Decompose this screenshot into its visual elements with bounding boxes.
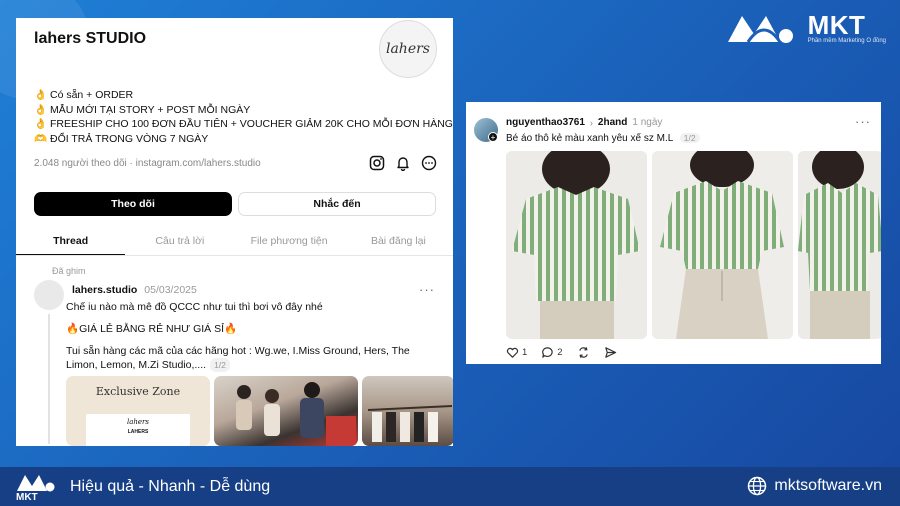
notification-bell-icon[interactable] <box>395 155 411 172</box>
mkt-logo-icon <box>727 16 793 43</box>
striped-shirt-photo <box>798 151 881 339</box>
bio-line: 🫶 ĐỔI TRẢ TRONG VÒNG 7 NGÀY <box>34 132 209 145</box>
image-pager: 1/2 <box>210 358 230 372</box>
post-username[interactable]: lahers.studio <box>72 284 137 296</box>
follow-button[interactable]: Theo dõi <box>34 192 232 216</box>
post-avatar[interactable] <box>34 280 64 310</box>
listing-photo[interactable] <box>798 151 881 339</box>
instagram-icon[interactable] <box>369 155 385 171</box>
tab-media[interactable]: File phương tiện <box>235 226 344 255</box>
listing-category[interactable]: 2hand <box>598 117 627 128</box>
post-image[interactable] <box>362 376 453 446</box>
comment-count: 2 <box>557 347 563 358</box>
bio-line: 👌 MẪU MỚI TẠI STORY + POST MỖI NGÀY <box>34 103 251 116</box>
listing-time: 1 ngày <box>632 117 663 128</box>
listing-images <box>506 151 881 339</box>
listing-post-panel: + nguyenthao3761 › 2hand 1 ngày ··· Bé á… <box>466 102 881 364</box>
image-pager: 1/2 <box>679 133 700 143</box>
striped-shirt-photo <box>506 151 647 339</box>
listing-username[interactable]: nguyenthao3761 <box>506 117 585 128</box>
share-button[interactable] <box>604 346 617 359</box>
followers-link[interactable]: 2.048 người theo dõi · instagram.com/lah… <box>34 158 261 169</box>
listing-photo[interactable] <box>506 151 647 339</box>
post-text: Chế iu nào mà mê đồ QCCC như tui thì bơi… <box>66 301 323 313</box>
mention-button[interactable]: Nhắc đến <box>238 192 436 216</box>
post-images: Exclusive Zone lahers LAHERS <box>66 376 453 446</box>
pinned-label: Đã ghim <box>52 266 86 276</box>
post-body: Chế iu nào mà mê đồ QCCC như tui thì bơi… <box>66 300 436 372</box>
image-title: Exclusive Zone <box>95 385 181 398</box>
like-count: 1 <box>522 347 528 358</box>
avatar-logo-text: lahers <box>385 41 430 57</box>
listing-photo[interactable] <box>652 151 793 339</box>
footer-bar: MKT Hiệu quả - Nhanh - Dễ dùng mktsoftwa… <box>0 467 900 506</box>
footer-logo: MKT <box>16 473 56 503</box>
chevron-right-icon: › <box>589 117 593 128</box>
image-logo: lahers <box>126 418 149 426</box>
people-photo <box>236 382 356 446</box>
website-link[interactable]: mktsoftware.vn <box>747 476 882 496</box>
heart-icon <box>506 347 519 358</box>
globe-icon <box>748 476 767 496</box>
post-text-wrap: Tui sẵn hàng các mã của các hãng hot : W… <box>66 344 436 372</box>
listing-text: Bé áo thô kẻ màu xanh yêu xế sz M.L <box>506 133 673 144</box>
post-date: 05/03/2025 <box>144 284 197 296</box>
footer-logo-text: MKT <box>16 491 38 503</box>
image-card-text: LAHERS <box>127 429 149 435</box>
profile-tabs: Thread Câu trả lời File phương tiện Bài … <box>16 226 453 256</box>
listing-header: nguyenthao3761 › 2hand 1 ngày <box>506 117 662 128</box>
rack-photo <box>367 405 453 442</box>
website-text: mktsoftware.vn <box>774 477 882 494</box>
post-text: 🔥GIÁ LẺ BẰNG RẺ NHƯ GIÁ SỈ🔥 <box>66 323 238 335</box>
bio-line: 👌 FREESHIP CHO 100 ĐƠN ĐẦU TIÊN + VOUCHE… <box>34 118 453 130</box>
listing-text-wrap: Bé áo thô kẻ màu xanh yêu xế sz M.L 1/2 <box>506 133 700 144</box>
comment-icon <box>542 347 554 358</box>
tab-thread[interactable]: Thread <box>16 226 126 255</box>
profile-panel: lahers STUDIO lahers 👌 Có sẵn + ORDER 👌 … <box>16 18 453 446</box>
footer-slogan: Hiệu quả - Nhanh - Dễ dùng <box>70 477 271 495</box>
profile-actions <box>369 155 437 172</box>
thread-line <box>48 314 50 444</box>
image-card: lahers LAHERS <box>86 414 190 446</box>
follow-plus-icon[interactable]: + <box>488 132 498 142</box>
tab-replies[interactable]: Câu trả lời <box>125 226 234 255</box>
post-more-icon[interactable]: ··· <box>419 282 435 297</box>
post-image[interactable] <box>214 376 358 446</box>
post-header: lahers.studio 05/03/2025 <box>72 284 197 296</box>
mkt-logo-icon <box>17 474 55 491</box>
brand-tagline: Phần mềm Marketing Ô đồng <box>807 38 886 44</box>
listing-actions: 1 2 <box>506 346 617 359</box>
bio-line: 👌 Có sẵn + ORDER <box>34 89 134 101</box>
profile-bio: 👌 Có sẵn + ORDER 👌 MẪU MỚI TẠI STORY + P… <box>34 88 453 146</box>
listing-more-icon[interactable]: ··· <box>855 114 871 129</box>
striped-shirt-photo <box>652 151 793 339</box>
more-options-icon[interactable] <box>421 155 437 171</box>
comment-button[interactable]: 2 <box>541 346 563 359</box>
repost-icon <box>578 347 588 358</box>
tab-reposts[interactable]: Bài đăng lại <box>344 226 453 255</box>
send-icon <box>604 347 616 358</box>
brand-logo: MKT Phần mềm Marketing Ô đồng <box>726 12 886 44</box>
brand-name: MKT <box>807 10 866 40</box>
like-button[interactable]: 1 <box>506 346 527 359</box>
post-text: Tui sẵn hàng các mã của các hãng hot : W… <box>66 345 410 371</box>
post-image[interactable]: Exclusive Zone lahers LAHERS <box>66 376 210 446</box>
profile-avatar[interactable]: lahers <box>379 20 437 78</box>
repost-button[interactable] <box>577 346 590 359</box>
profile-name: lahers STUDIO <box>34 30 147 47</box>
